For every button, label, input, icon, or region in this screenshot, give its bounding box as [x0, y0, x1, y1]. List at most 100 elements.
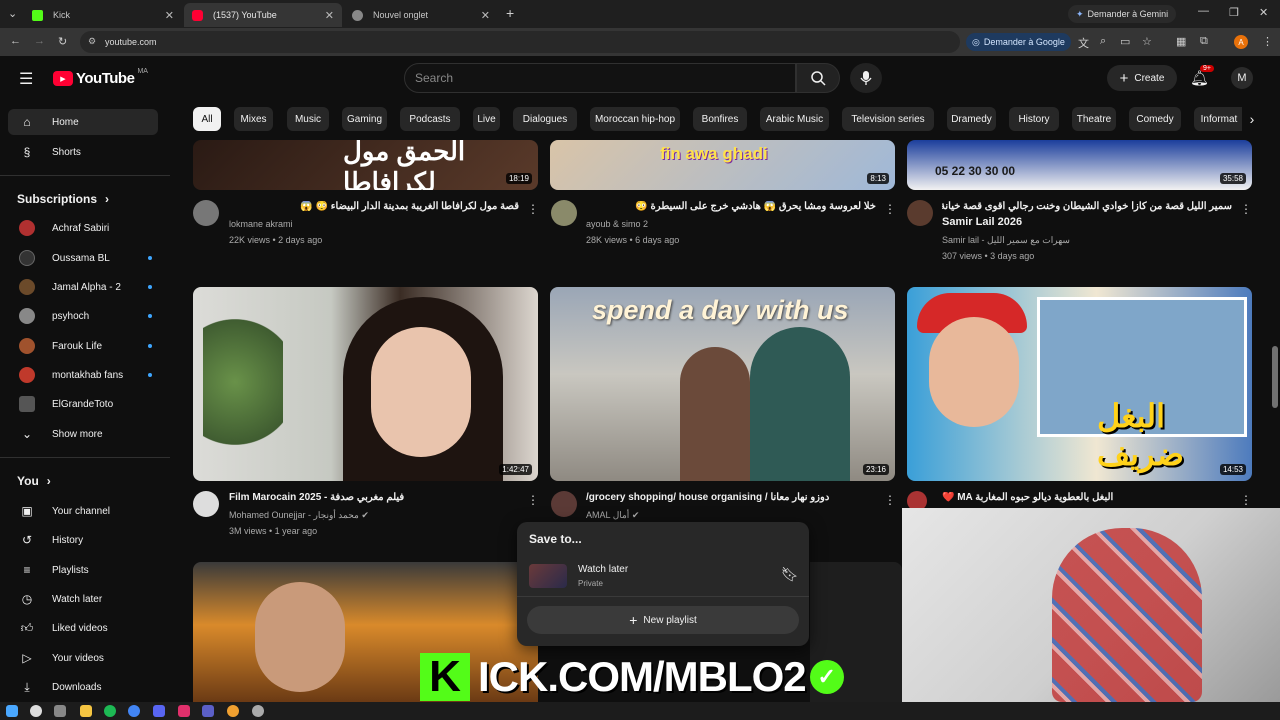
page-scrollbar[interactable]: [1272, 346, 1278, 408]
chip-gaming[interactable]: Gaming: [342, 107, 387, 131]
video-title[interactable]: Film Marocain 2025 - فيلم مغربي صدفة: [229, 492, 519, 503]
more-actions-icon[interactable]: ⋮: [1240, 493, 1252, 507]
more-actions-icon[interactable]: ⋮: [884, 493, 896, 507]
video-thumbnail[interactable]: spend a day with us 23:16: [550, 287, 895, 481]
sidebar-item-montakhab-fans[interactable]: montakhab fans: [8, 362, 158, 388]
chip-live[interactable]: Live: [473, 107, 500, 131]
sidebar-item-oussama-bl[interactable]: Oussama BL: [8, 245, 158, 271]
spotify-icon[interactable]: [104, 705, 116, 717]
sidebar-item-downloads[interactable]: ⤓ Downloads: [8, 674, 158, 700]
chrome-menu-icon[interactable]: ⋮: [1262, 35, 1273, 48]
video-thumbnail[interactable]: البغل ضريف 14:53: [907, 287, 1252, 481]
sidebar-item-history[interactable]: ↺ History: [8, 527, 158, 553]
channel-avatar[interactable]: [551, 491, 577, 517]
sidebar-item-watch-later[interactable]: ◷ Watch later: [8, 586, 158, 612]
maximize-icon[interactable]: ❐: [1229, 6, 1239, 19]
youtube-logo[interactable]: ▶ YouTube MA: [53, 68, 148, 87]
playlist-option-watch-later[interactable]: Watch later Private 🔖︎: [517, 560, 809, 594]
video-thumbnail[interactable]: fin awa ghadi 8:13: [550, 140, 895, 190]
more-actions-icon[interactable]: ⋮: [527, 202, 539, 216]
search-input[interactable]: Search: [404, 63, 796, 93]
ask-google-button[interactable]: ◎ Demander à Google: [966, 33, 1071, 51]
minimize-icon[interactable]: —: [1198, 5, 1209, 17]
site-info-icon[interactable]: ⚙: [88, 36, 96, 47]
address-bar[interactable]: ⚙ youtube.com: [80, 31, 960, 53]
new-playlist-button[interactable]: + New playlist: [527, 606, 799, 634]
translate-icon[interactable]: 文: [1078, 35, 1089, 51]
channel-row[interactable]: Mohamed Ounejjar - محمد أونجار ✔: [229, 510, 369, 521]
sidebar-item-playlists[interactable]: ≡ Playlists: [8, 557, 158, 583]
video-title[interactable]: ❤️ MA البغل بالعطوية ديالو حبوه المغاربة: [942, 492, 1232, 503]
tab-new-tab[interactable]: Nouvel onglet ✕: [344, 3, 498, 27]
create-button[interactable]: + Create: [1107, 65, 1177, 91]
more-actions-icon[interactable]: ⋮: [1240, 202, 1252, 216]
search-icon[interactable]: [30, 705, 42, 717]
puzzle-icon[interactable]: ⧉: [1200, 35, 1208, 48]
sidebar-item-your-channel[interactable]: ▣ Your channel: [8, 498, 158, 524]
chip-comedy[interactable]: Comedy: [1129, 107, 1181, 131]
sidebar-item-liked-videos[interactable]: 👍︎ Liked videos: [8, 615, 158, 641]
discord-icon[interactable]: [153, 705, 165, 717]
extension-icon[interactable]: ▦: [1176, 35, 1186, 48]
tab-kick[interactable]: Kick ✕: [24, 3, 182, 27]
reload-icon[interactable]: ↻: [58, 35, 67, 48]
chrome-active-icon[interactable]: [227, 705, 239, 717]
cast-icon[interactable]: ▭: [1120, 35, 1130, 48]
sidebar-item-elgrandetoto[interactable]: ElGrandeToto: [8, 391, 158, 417]
chip-all[interactable]: All: [193, 107, 221, 131]
channel-avatar[interactable]: [193, 200, 219, 226]
sidebar-item-psyhoch[interactable]: psyhoch: [8, 303, 158, 329]
more-actions-icon[interactable]: ⋮: [527, 493, 539, 507]
sidebar-item-home[interactable]: ⌂ Home: [8, 109, 158, 135]
chip-informat[interactable]: Informat: [1194, 107, 1244, 131]
channel-name[interactable]: ayoub & simo 2: [586, 219, 648, 229]
chip-dramedy[interactable]: Dramedy: [947, 107, 996, 131]
chip-theatre[interactable]: Theatre: [1072, 107, 1116, 131]
back-icon[interactable]: ←: [10, 35, 21, 47]
video-title[interactable]: /grocery shopping/ house organising / دو…: [586, 492, 876, 503]
hamburger-menu-icon[interactable]: ☰: [19, 69, 33, 89]
sidebar-item-achraf-sabiri[interactable]: Achraf Sabiri: [8, 215, 158, 241]
task-view-icon[interactable]: [54, 705, 66, 717]
tab-search-icon[interactable]: ⌄: [8, 7, 17, 20]
notifications-button[interactable]: 🔔︎ 9+: [1190, 65, 1214, 88]
show-more-button[interactable]: ⌄ Show more: [8, 421, 158, 447]
bookmark-star-icon[interactable]: ☆: [1142, 35, 1152, 48]
channel-avatar[interactable]: [193, 491, 219, 517]
subscriptions-heading[interactable]: Subscriptions ›: [17, 192, 109, 206]
channel-avatar[interactable]: [551, 200, 577, 226]
close-window-icon[interactable]: ✕: [1259, 6, 1268, 19]
start-icon[interactable]: [6, 705, 18, 717]
sidebar-item-farouk-life[interactable]: Farouk Life: [8, 333, 158, 359]
zoom-icon[interactable]: ⌕: [1100, 35, 1106, 48]
channel-row[interactable]: AMAL أمال ✔: [586, 510, 639, 521]
chip-moroccan-hip-hop[interactable]: Moroccan hip-hop: [590, 107, 680, 131]
app-icon[interactable]: [202, 705, 214, 717]
chip-arabic-music[interactable]: Arabic Music: [760, 107, 829, 131]
file-explorer-icon[interactable]: [80, 705, 92, 717]
video-title[interactable]: قصة مول لكرافاطا الغريبة بمدينة الدار ال…: [229, 201, 519, 212]
video-title[interactable]: سمير الليل قصة من كازا خوادي الشيطان وخن…: [942, 201, 1232, 212]
sidebar-item-shorts[interactable]: § Shorts: [8, 139, 158, 165]
close-tab-icon[interactable]: ✕: [325, 9, 334, 22]
chip-bonfires[interactable]: Bonfires: [693, 107, 747, 131]
video-title[interactable]: خلا لعروسة ومشا يحرق 😱 هادشي خرج على الس…: [586, 201, 876, 212]
profile-avatar[interactable]: A: [1234, 35, 1248, 49]
channel-name[interactable]: Samir lail - سهرات مع سمير الليل: [942, 235, 1070, 246]
chip-podcasts[interactable]: Podcasts: [400, 107, 460, 131]
new-tab-icon[interactable]: +: [506, 5, 514, 21]
video-thumbnail[interactable]: 05 22 30 30 00 35:58: [907, 140, 1252, 190]
chrome-icon[interactable]: [128, 705, 140, 717]
voice-search-button[interactable]: [850, 63, 882, 93]
close-tab-icon[interactable]: ✕: [481, 9, 490, 22]
channel-name[interactable]: lokmane akrami: [229, 219, 293, 229]
account-avatar[interactable]: M: [1231, 67, 1253, 89]
tab-youtube[interactable]: (1537) YouTube ✕: [184, 3, 342, 27]
search-button[interactable]: [796, 63, 840, 93]
forward-icon[interactable]: →: [34, 35, 45, 47]
chip-dialogues[interactable]: Dialogues: [513, 107, 577, 131]
chip-mixes[interactable]: Mixes: [234, 107, 273, 131]
you-heading[interactable]: You ›: [17, 474, 51, 488]
chip-television-series[interactable]: Television series: [842, 107, 934, 131]
video-title-line2[interactable]: Samir Lail 2026: [942, 216, 1232, 228]
